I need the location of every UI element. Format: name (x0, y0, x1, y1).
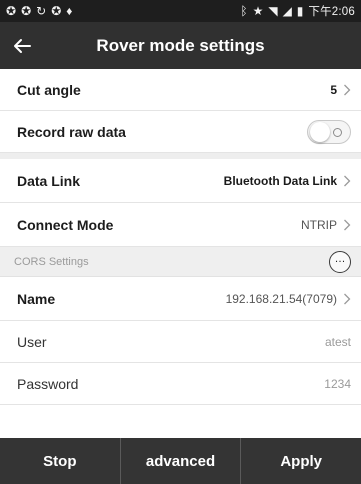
data-link-row[interactable]: Data Link Bluetooth Data Link (0, 159, 361, 203)
notification-icon: ✪ (6, 4, 17, 18)
cors-user-label: User (17, 333, 47, 350)
signal-icon: ◢ (282, 4, 292, 18)
cut-angle-row[interactable]: Cut angle 5 (0, 69, 361, 111)
toggle-knob (310, 121, 330, 142)
sync-icon: ↻ (36, 4, 47, 18)
cors-name-row[interactable]: Name 192.168.21.54(7079) (0, 277, 361, 321)
status-time: 下午2:06 (308, 6, 355, 18)
stop-button[interactable]: Stop (0, 438, 120, 484)
apply-button[interactable]: Apply (241, 438, 361, 484)
status-bar: ✪ ✪ ↻ ✪ ♦ ᛒ ★ ◥ ◢ ▮ 下午2:06 (0, 0, 361, 22)
connect-mode-row[interactable]: Connect Mode NTRIP (0, 203, 361, 247)
page-title: Rover mode settings (96, 35, 265, 55)
cors-user-value[interactable]: atest (325, 335, 351, 349)
arrow-left-icon (14, 38, 31, 53)
app-header: Rover mode settings (0, 22, 361, 69)
star-icon: ★ (252, 4, 264, 18)
more-options-button[interactable]: … (329, 250, 351, 273)
chevron-right-icon (344, 84, 351, 95)
chevron-right-icon (344, 293, 351, 304)
record-raw-data-toggle[interactable] (307, 119, 351, 144)
cors-name-label: Name (17, 290, 56, 307)
connect-mode-label: Connect Mode (17, 216, 114, 233)
chevron-right-icon (344, 175, 351, 186)
advanced-button[interactable]: advanced (121, 438, 241, 484)
location-pin-icon: ♦ (66, 4, 73, 18)
cors-password-value[interactable]: 1234 (324, 377, 351, 391)
cut-angle-label: Cut angle (17, 81, 81, 98)
data-link-value: Bluetooth Data Link (223, 173, 337, 188)
cors-password-row[interactable]: Password 1234 (0, 363, 361, 405)
bluetooth-icon: ᛒ (240, 4, 248, 18)
settings-content: Cut angle 5 Record raw data Data Link Bl… (0, 69, 361, 438)
cors-name-value: 192.168.21.54(7079) (225, 291, 337, 306)
record-raw-data-label: Record raw data (17, 123, 126, 140)
cors-user-row[interactable]: User atest (0, 321, 361, 363)
back-button[interactable] (0, 22, 44, 69)
notification-icon: ✪ (51, 4, 62, 18)
bottom-action-bar: Stop advanced Apply (0, 438, 361, 484)
toggle-off-indicator-icon (333, 127, 342, 137)
cut-angle-value: 5 (330, 82, 337, 97)
wifi-icon: ◥ (268, 4, 278, 18)
more-horizontal-icon: … (334, 252, 346, 265)
chevron-right-icon (344, 219, 351, 230)
record-raw-data-row: Record raw data (0, 111, 361, 153)
notification-icon: ✪ (21, 4, 32, 18)
battery-icon: ▮ (296, 4, 304, 18)
data-link-label: Data Link (17, 172, 81, 189)
status-bar-left-icons: ✪ ✪ ↻ ✪ ♦ (6, 5, 72, 17)
cors-settings-header: CORS Settings … (0, 247, 361, 277)
status-bar-right-icons: ᛒ ★ ◥ ◢ ▮ 下午2:06 (240, 3, 355, 19)
cors-password-label: Password (17, 375, 79, 392)
connect-mode-value: NTRIP (301, 217, 337, 232)
cors-settings-title: CORS Settings (14, 255, 89, 268)
